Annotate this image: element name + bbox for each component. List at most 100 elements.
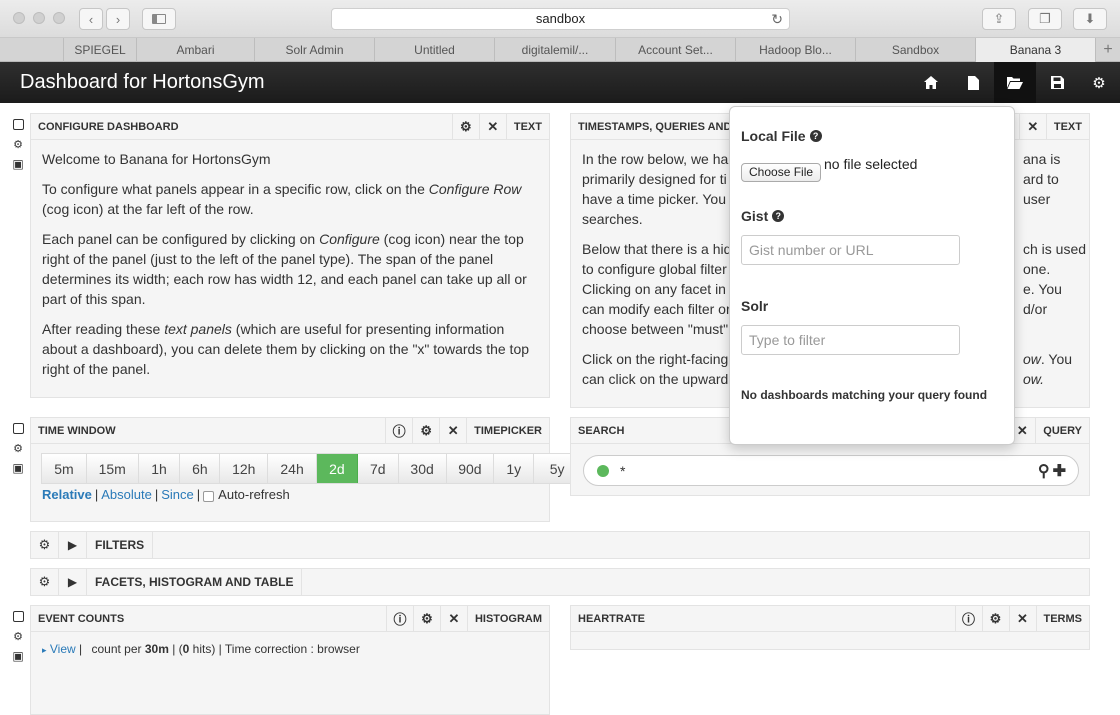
close-window-button[interactable] [13,12,25,24]
tabs-icon: ❐ [1039,11,1051,26]
remove-panel-button[interactable]: ✕ [439,417,466,444]
browser-tab[interactable] [0,38,64,62]
time-option-7d[interactable]: 7d [357,454,399,483]
expand-row-button[interactable]: ▶ [59,569,87,595]
play-square-icon: ▶ [67,575,78,589]
remove-panel-button[interactable]: ✕ [1018,113,1046,140]
auto-refresh-checkbox[interactable] [203,490,215,502]
load-dashboard-button[interactable] [994,62,1036,103]
configure-row-button[interactable]: ⚙ [12,138,24,151]
home-button[interactable] [910,62,952,103]
share-icon: ⇪ [993,11,1005,26]
view-options-link[interactable]: ▸ View [42,642,76,656]
settings-button[interactable]: ⚙ [1078,62,1120,103]
row-controls: ⚙ ▣ [12,118,26,178]
gear-icon: ⚙ [13,630,23,643]
add-panel-button[interactable]: ▣ [12,157,24,171]
time-range-picker: 5m 15m 1h 6h 12h 24h 2d 7d 30d 90d 1y 5y [41,453,581,484]
panel-type: TIMEPICKER [466,417,549,444]
close-icon: ✕ [487,118,499,134]
time-option-1y[interactable]: 1y [494,454,535,483]
time-option-24h[interactable]: 24h [268,454,317,483]
browser-tab[interactable]: Ambari [137,38,255,62]
configure-panel-button[interactable]: ⚙ [412,417,439,444]
panel-info-button[interactable]: ⓘ [954,605,982,632]
query-color-dot[interactable] [597,465,609,477]
close-icon: ✕ [1027,118,1039,134]
panel-type: TEXT [1045,113,1089,140]
browser-tab[interactable]: Account Set... [616,38,736,62]
configure-row-button[interactable]: ⚙ [12,442,24,455]
time-option-1h[interactable]: 1h [138,454,181,483]
load-dashboard-popover: Local File? Choose File no file selected… [729,106,1015,445]
gear-icon: ⚙ [38,537,51,552]
browser-tab[interactable]: digitalemil/... [495,38,616,62]
browser-tab[interactable]: Solr Admin [255,38,375,62]
solr-filter-input[interactable] [741,325,960,355]
time-option-6h[interactable]: 6h [180,454,221,483]
relative-mode-link[interactable]: Relative [42,487,92,502]
downloads-button[interactable]: ⬇ [1073,8,1107,30]
close-icon: ✕ [1016,422,1028,438]
remove-panel-button[interactable]: ✕ [478,113,506,140]
time-option-15m[interactable]: 15m [86,454,139,483]
add-panel-button[interactable]: ▣ [12,649,24,663]
gear-icon: ⚙ [989,610,1002,626]
close-icon: ✕ [448,610,460,626]
gear-icon: ⚙ [420,422,432,438]
remove-panel-button[interactable]: ✕ [439,605,467,632]
browser-tab[interactable]: Sandbox [856,38,976,62]
choose-file-button[interactable]: Choose File [741,163,822,182]
time-option-2d[interactable]: 2d [316,454,358,483]
help-icon: ? [772,210,785,222]
configure-row-button[interactable]: ⚙ [31,569,59,595]
configure-row-button[interactable]: ⚙ [12,630,24,643]
new-dashboard-button[interactable] [952,62,994,103]
panel-info-button[interactable]: ⓘ [385,605,413,632]
download-icon: ⬇ [1084,11,1096,26]
time-option-12h[interactable]: 12h [220,454,269,483]
absolute-mode-link[interactable]: Absolute [101,487,152,502]
time-option-5m[interactable]: 5m [42,454,87,483]
back-button[interactable]: ‹ [79,8,103,30]
browser-tab-active[interactable]: Banana 3 [976,38,1096,62]
since-mode-link[interactable]: Since [161,487,194,502]
forward-button[interactable]: › [106,8,130,30]
expand-row-button[interactable]: ▶ [59,532,87,558]
collapse-row-button[interactable] [12,118,24,130]
browser-tab[interactable]: SPIEGEL [64,38,137,62]
browser-tab[interactable]: Hadoop Blo... [736,38,856,62]
gist-input[interactable] [741,235,960,265]
panel-title: TIME WINDOW [38,424,116,437]
new-tab-button[interactable]: + [1096,38,1120,62]
zoom-window-button[interactable] [53,12,65,24]
configure-panel-button[interactable]: ⚙ [981,605,1009,632]
play-square-icon: ▶ [67,538,78,552]
tab-overview-button[interactable]: ❐ [1028,8,1062,30]
share-button[interactable]: ⇪ [982,8,1016,30]
time-option-90d[interactable]: 90d [446,454,495,483]
configure-row-button[interactable]: ⚙ [31,532,59,558]
panel-title: EVENT COUNTS [38,612,125,625]
panel-info-button[interactable]: ⓘ [385,417,412,444]
save-dashboard-button[interactable] [1036,62,1078,103]
search-icon[interactable]: ⚲ [1038,461,1050,481]
sidebar-toggle-button[interactable] [142,8,176,30]
query-input[interactable]: * ⚲ ✚ [583,455,1079,486]
remove-panel-button[interactable]: ✕ [1008,605,1036,632]
reload-icon[interactable]: ↻ [771,9,783,29]
configure-dashboard-panel: CONFIGURE DASHBOARD ⚙ ✕ TEXT Welcome to … [30,113,550,398]
address-bar[interactable]: sandbox ↻ [331,8,790,30]
no-dashboards-message: No dashboards matching your query found [741,388,988,402]
dashboard-title: Dashboard for HortonsGym [20,71,265,93]
configure-panel-button[interactable]: ⚙ [412,605,440,632]
add-panel-button[interactable]: ▣ [12,461,24,475]
configure-panel-button[interactable]: ⚙ [451,113,479,140]
time-option-30d[interactable]: 30d [398,454,447,483]
add-query-icon[interactable]: ✚ [1053,461,1066,481]
browser-tab[interactable]: Untitled [375,38,495,62]
collapse-row-button[interactable] [12,610,24,622]
minimize-window-button[interactable] [33,12,45,24]
local-file-heading: Local File? [741,128,822,144]
collapse-row-button[interactable] [12,422,24,434]
